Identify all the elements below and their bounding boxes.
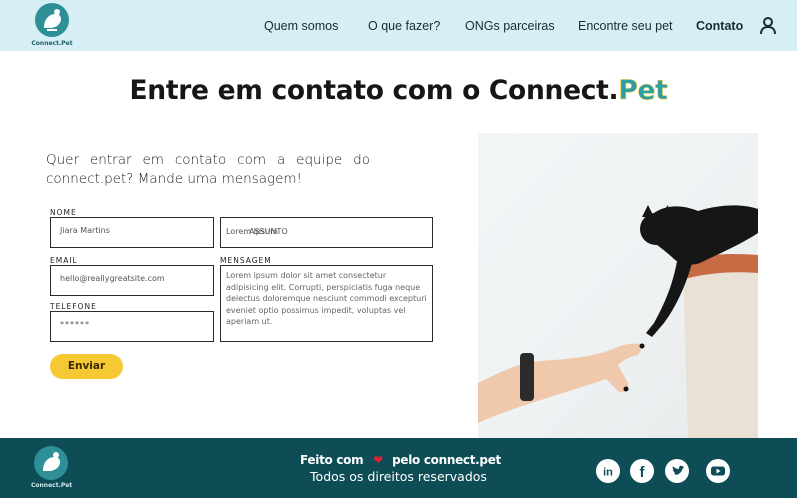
linkedin-icon[interactable]: in bbox=[596, 459, 620, 483]
page-title-text: Entre em contato com o Connect. bbox=[129, 75, 619, 106]
rights-label: Todos os direitos reservados bbox=[310, 469, 487, 484]
contact-photo bbox=[478, 133, 758, 438]
intro-text: Quer entrar em contato com a equipe do c… bbox=[46, 152, 370, 187]
nav-ongs-parceiras[interactable]: ONGs parceiras bbox=[465, 19, 555, 33]
subject-placeholder: ASSUNTO bbox=[249, 227, 288, 236]
nav-o-que-fazer[interactable]: O que fazer? bbox=[368, 19, 440, 33]
name-field[interactable]: Jiara Martins bbox=[50, 217, 214, 248]
email-label: EMAIL bbox=[50, 256, 78, 265]
nav-encontre-seu-pet[interactable]: Encontre seu pet bbox=[578, 19, 673, 33]
phone-label: TELEFONE bbox=[50, 302, 97, 311]
subject-field[interactable]: Lorem ipsum ASSUNTO bbox=[220, 217, 433, 248]
page-title: Entre em contato com o Connect.Pet bbox=[0, 75, 797, 107]
top-navbar: Connect.Pet Quem somos O que fazer? ONGs… bbox=[0, 0, 797, 51]
made-with-suffix: pelo connect.pet bbox=[392, 453, 501, 467]
user-icon[interactable] bbox=[759, 16, 777, 36]
page-title-brand: Pet bbox=[618, 75, 668, 107]
twitter-icon[interactable] bbox=[665, 459, 689, 483]
made-with-prefix: Feito com bbox=[300, 453, 364, 467]
nav-contato[interactable]: Contato bbox=[696, 19, 743, 33]
logo-text: Connect.Pet bbox=[31, 40, 73, 47]
svg-text:f: f bbox=[640, 464, 646, 481]
logo[interactable]: Connect.Pet bbox=[29, 3, 75, 47]
logo-icon bbox=[35, 3, 69, 37]
phone-field[interactable]: ****** bbox=[50, 311, 214, 342]
message-field[interactable]: Lorem ipsum dolor sit amet consectetur a… bbox=[220, 265, 433, 342]
facebook-icon[interactable]: f bbox=[630, 459, 654, 483]
email-field[interactable]: hello@reallygreatsite.com bbox=[50, 265, 214, 296]
name-label: NOME bbox=[50, 208, 77, 217]
message-label: MENSAGEM bbox=[220, 256, 272, 265]
youtube-icon[interactable] bbox=[706, 459, 730, 483]
made-with-text: Feito com ❤ pelo connect.pet bbox=[300, 453, 501, 467]
svg-text:in: in bbox=[603, 467, 613, 479]
send-button[interactable]: Enviar bbox=[50, 354, 123, 379]
nav-quem-somos[interactable]: Quem somos bbox=[264, 19, 338, 33]
heart-icon: ❤ bbox=[373, 453, 384, 467]
